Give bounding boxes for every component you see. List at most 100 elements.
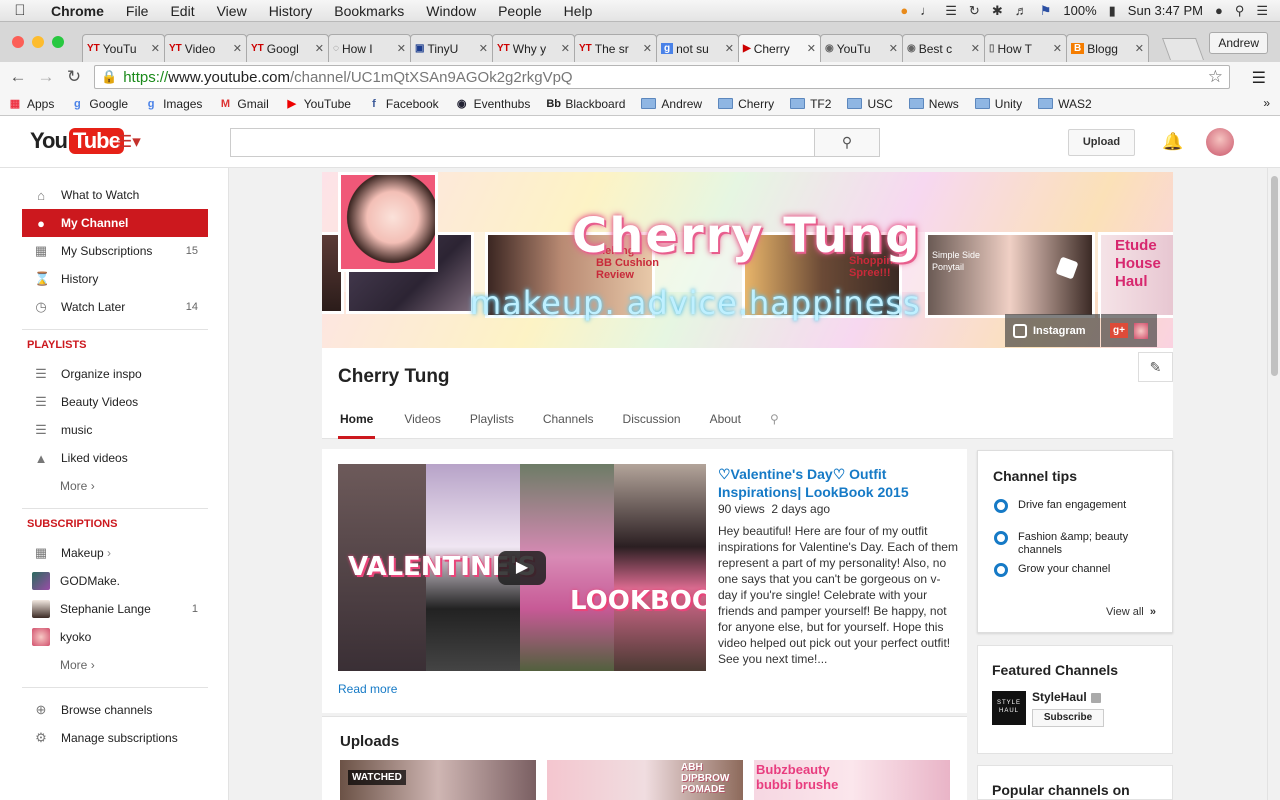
upload-thumbnail[interactable]: WATCHED	[340, 760, 536, 800]
browser-tab[interactable]: YT Googl ✕	[246, 34, 329, 62]
sidebar-sub-kyoko[interactable]: kyoko	[22, 623, 208, 651]
close-tab-icon[interactable]: ✕	[561, 42, 570, 55]
tab-videos[interactable]: Videos	[404, 406, 440, 439]
search-button[interactable]: ⚲	[814, 128, 880, 157]
volume-icon[interactable]: ♬	[1015, 3, 1028, 18]
playlists-more-link[interactable]: More ›	[22, 472, 208, 500]
channel-search-icon[interactable]: ⚲	[770, 406, 779, 439]
tab-channels[interactable]: Channels	[543, 406, 594, 439]
close-tab-icon[interactable]: ✕	[1135, 42, 1144, 55]
bookmark-item[interactable]: USC	[847, 97, 893, 111]
stylehaul-logo[interactable]: STYLE HAUL	[992, 691, 1026, 725]
subscriptions-heading[interactable]: SUBSCRIPTIONS	[27, 518, 117, 530]
forward-icon[interactable]: →	[32, 67, 60, 87]
back-icon[interactable]: ←	[4, 67, 32, 87]
browser-tab[interactable]: YT YouTu ✕	[82, 34, 165, 62]
notification-center-icon[interactable]: ☰	[1256, 3, 1268, 19]
browser-tab[interactable]: YT Video ✕	[164, 34, 247, 62]
tab-home[interactable]: Home	[338, 406, 376, 439]
view-all-tips-link[interactable]: View all »	[1106, 606, 1156, 618]
close-tab-icon[interactable]: ✕	[397, 42, 406, 55]
browser-tab[interactable]: B Blogg ✕	[1066, 34, 1149, 62]
sidebar-playlist-liked-videos[interactable]: ▲ Liked videos	[22, 444, 208, 472]
zoom-window-icon[interactable]	[52, 36, 64, 48]
menu-people[interactable]: People	[487, 3, 553, 19]
bookmarks-overflow-icon[interactable]: »	[1263, 96, 1270, 110]
close-tab-icon[interactable]: ✕	[315, 42, 324, 55]
user-icon[interactable]: ●	[1215, 3, 1223, 18]
browser-tab[interactable]: YT Why y ✕	[492, 34, 575, 62]
tab-discussion[interactable]: Discussion	[623, 406, 681, 439]
tab-about[interactable]: About	[710, 406, 741, 439]
chrome-menu-icon[interactable]: ☰	[1252, 68, 1266, 88]
reload-icon[interactable]: ↻	[60, 67, 88, 87]
minimize-window-icon[interactable]	[32, 36, 44, 48]
tab-playlists[interactable]: Playlists	[470, 406, 514, 439]
bookmark-item[interactable]: WAS2	[1038, 97, 1092, 111]
status-app-icon[interactable]: ●	[900, 3, 908, 18]
close-tab-icon[interactable]: ✕	[233, 42, 242, 55]
spotlight-search-icon[interactable]: ⚲	[1235, 3, 1245, 19]
bookmark-item[interactable]: Bb Blackboard	[546, 97, 625, 111]
close-tab-icon[interactable]: ✕	[889, 42, 898, 55]
tip-fashion-beauty[interactable]: Fashion &amp; beauty channels	[994, 531, 1144, 557]
browser-tab[interactable]: ▶ Cherry ✕	[738, 34, 821, 62]
bookmark-item[interactable]: ◉ Eventhubs	[455, 97, 531, 111]
tip-grow-channel[interactable]: Grow your channel	[994, 563, 1144, 577]
account-avatar[interactable]	[1206, 128, 1234, 156]
menu-history[interactable]: History	[258, 3, 324, 19]
upload-button[interactable]: Upload	[1068, 129, 1135, 156]
bluetooth-icon[interactable]: ✱	[992, 3, 1003, 19]
menu-help[interactable]: Help	[553, 3, 604, 19]
menu-view[interactable]: View	[206, 3, 258, 19]
instagram-link[interactable]: Instagram	[1005, 314, 1100, 347]
menu-app-name[interactable]: Chrome	[40, 3, 115, 19]
new-tab-button[interactable]	[1161, 38, 1205, 60]
sidebar-manage-subscriptions[interactable]: ⚙ Manage subscriptions	[22, 724, 208, 752]
bookmark-item[interactable]: f Facebook	[367, 97, 439, 111]
notification-icon[interactable]: ♩	[920, 3, 933, 18]
uploads-title[interactable]: Uploads	[340, 733, 399, 750]
sidebar-sub-godmake[interactable]: GODMake.	[22, 567, 208, 595]
bookmark-item[interactable]: ▦ Apps	[8, 97, 55, 111]
sidebar-playlist-music[interactable]: ☰ music	[22, 416, 208, 444]
close-tab-icon[interactable]: ✕	[643, 42, 652, 55]
sidebar-item-my-channel[interactable]: ● My Channel	[22, 209, 208, 237]
battery-icon[interactable]: ▮	[1109, 3, 1116, 19]
sidebar-browse-channels[interactable]: ⊕ Browse channels	[22, 696, 208, 724]
tip-drive-fan-engagement[interactable]: Drive fan engagement	[994, 499, 1144, 513]
bookmark-item[interactable]: Andrew	[641, 97, 702, 111]
close-tab-icon[interactable]: ✕	[1053, 42, 1062, 55]
sidebar-item-my-subscriptions[interactable]: ▦ My Subscriptions 15	[22, 237, 208, 265]
bookmark-item[interactable]: Unity	[974, 97, 1022, 111]
scrollbar-thumb[interactable]	[1271, 176, 1278, 376]
youtube-logo[interactable]: You Tube	[30, 128, 124, 154]
guide-menu-icon[interactable]: ☰▾	[117, 132, 141, 152]
play-button-icon[interactable]: ▶	[498, 551, 546, 585]
apple-menu-icon[interactable]: 	[0, 2, 40, 19]
menu-file[interactable]: File	[115, 3, 160, 19]
clock[interactable]: Sun 3:47 PM	[1128, 3, 1203, 18]
menu-edit[interactable]: Edit	[159, 3, 205, 19]
bookmark-item[interactable]: TF2	[790, 97, 831, 111]
browser-tab[interactable]: ▣ TinyU ✕	[410, 34, 493, 62]
sidebar-item-watch-later[interactable]: ◷ Watch Later 14	[22, 293, 208, 321]
time-machine-icon[interactable]: ↻	[969, 3, 980, 19]
bookmark-item[interactable]: g Google	[70, 97, 128, 111]
upload-thumbnail[interactable]: ABH DIPBROW POMADE	[547, 760, 743, 800]
lock-icon[interactable]: 🔒	[101, 69, 117, 85]
sidebar-item-what-to-watch[interactable]: ⌂ What to Watch	[22, 181, 208, 209]
featured-video-title[interactable]: ♡Valentine's Day♡ Outfit Inspirations| L…	[718, 465, 958, 501]
close-tab-icon[interactable]: ✕	[971, 42, 980, 55]
browser-tab[interactable]: ◌ How I ✕	[328, 34, 411, 62]
read-more-link[interactable]: Read more	[338, 682, 397, 696]
browser-tab[interactable]: g not su ✕	[656, 34, 739, 62]
subscriptions-more-link[interactable]: More ›	[22, 651, 208, 679]
browser-tab[interactable]: ◉ Best c ✕	[902, 34, 985, 62]
featured-video-thumbnail[interactable]: VALENTINE'S LOOKBOOK ▶	[338, 464, 706, 671]
close-tab-icon[interactable]: ✕	[151, 42, 160, 55]
close-tab-icon[interactable]: ✕	[807, 42, 816, 55]
bookmark-item[interactable]: g Images	[144, 97, 203, 111]
profile-button[interactable]: Andrew	[1209, 32, 1268, 54]
browser-tab[interactable]: ▯ How T ✕	[984, 34, 1067, 62]
